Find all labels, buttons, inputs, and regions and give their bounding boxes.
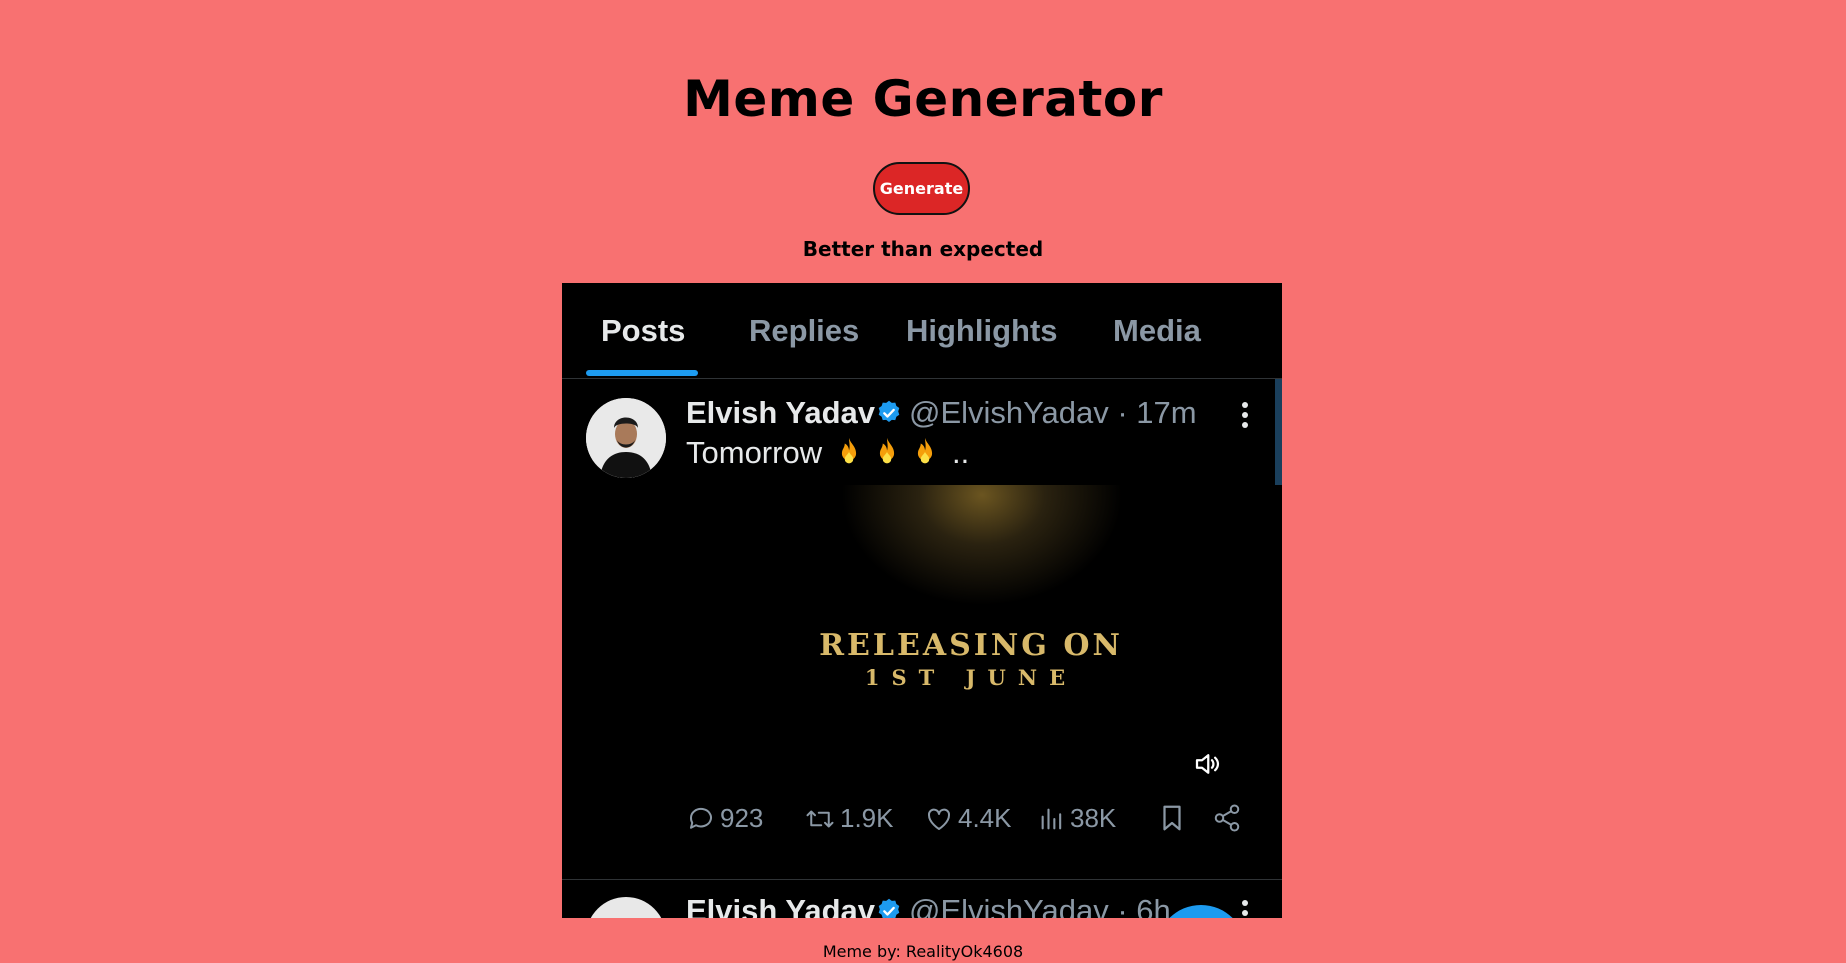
profile-tabs: Posts Replies Highlights Media [562,283,1282,379]
tab-posts[interactable]: Posts [601,313,685,349]
post-video[interactable]: RELEASING ON 1ST JUNE [562,485,1282,800]
avatar-person-icon [586,398,666,478]
meme-credit: Meme by: RealityOk4608 [822,942,1024,961]
repost-button[interactable]: 1.9K [804,803,894,834]
view-count: 38K [1070,803,1117,833]
like-count: 4.4K [958,803,1012,833]
post-author-name[interactable]: Elvish Yadav [686,395,875,431]
fire-icon [841,437,857,464]
speaker-icon[interactable] [1192,749,1222,784]
avatar[interactable] [586,398,666,478]
post-divider [562,879,1282,880]
fire-icon [917,437,933,464]
tab-highlights[interactable]: Highlights [906,313,1058,349]
verified-badge-icon [875,897,903,918]
bookmark-button[interactable] [1157,803,1187,833]
fire-icon [879,437,895,464]
heart-icon [927,808,951,830]
reply-icon [689,807,712,829]
meme-image: Posts Replies Highlights Media Elvish Ya… [562,283,1282,918]
next-post-author-name[interactable]: Elvish Yadav [686,893,875,918]
next-post-handle-time: @ElvishYadav · 6h [909,893,1171,918]
post-text-suffix: .. [952,435,970,470]
post-emoji: .. [832,435,969,471]
repost-count: 1.9K [840,803,894,833]
share-icon [1214,804,1240,832]
meme-caption: Better than expected [802,237,1044,261]
video-date: 1ST JUNE [864,665,1078,690]
share-button[interactable] [1212,803,1242,833]
next-post-avatar[interactable] [586,897,666,918]
tab-replies[interactable]: Replies [749,313,859,349]
more-options-icon[interactable] [1235,899,1255,918]
video-title: RELEASING ON [819,628,1123,663]
like-button[interactable]: 4.4K [924,803,1012,834]
reply-button[interactable]: 923 [686,803,763,834]
active-tab-indicator [586,370,698,376]
views-button[interactable]: 38K [1038,803,1116,834]
more-options-icon[interactable] [1235,401,1255,436]
bookmark-icon [1163,805,1181,831]
generate-button[interactable]: Generate [873,162,970,215]
tab-media[interactable]: Media [1113,313,1201,349]
verified-badge-icon [875,399,903,432]
page-title: Meme Generator [683,70,1163,128]
repost-icon [806,810,834,827]
analytics-icon [1041,808,1062,829]
post-actions: 923 1.9K 4.4K 38K [562,803,1282,843]
post-text: Tomorrow [686,435,823,470]
reply-count: 923 [720,803,764,833]
post-handle-time: @ElvishYadav · 17m [909,395,1197,430]
